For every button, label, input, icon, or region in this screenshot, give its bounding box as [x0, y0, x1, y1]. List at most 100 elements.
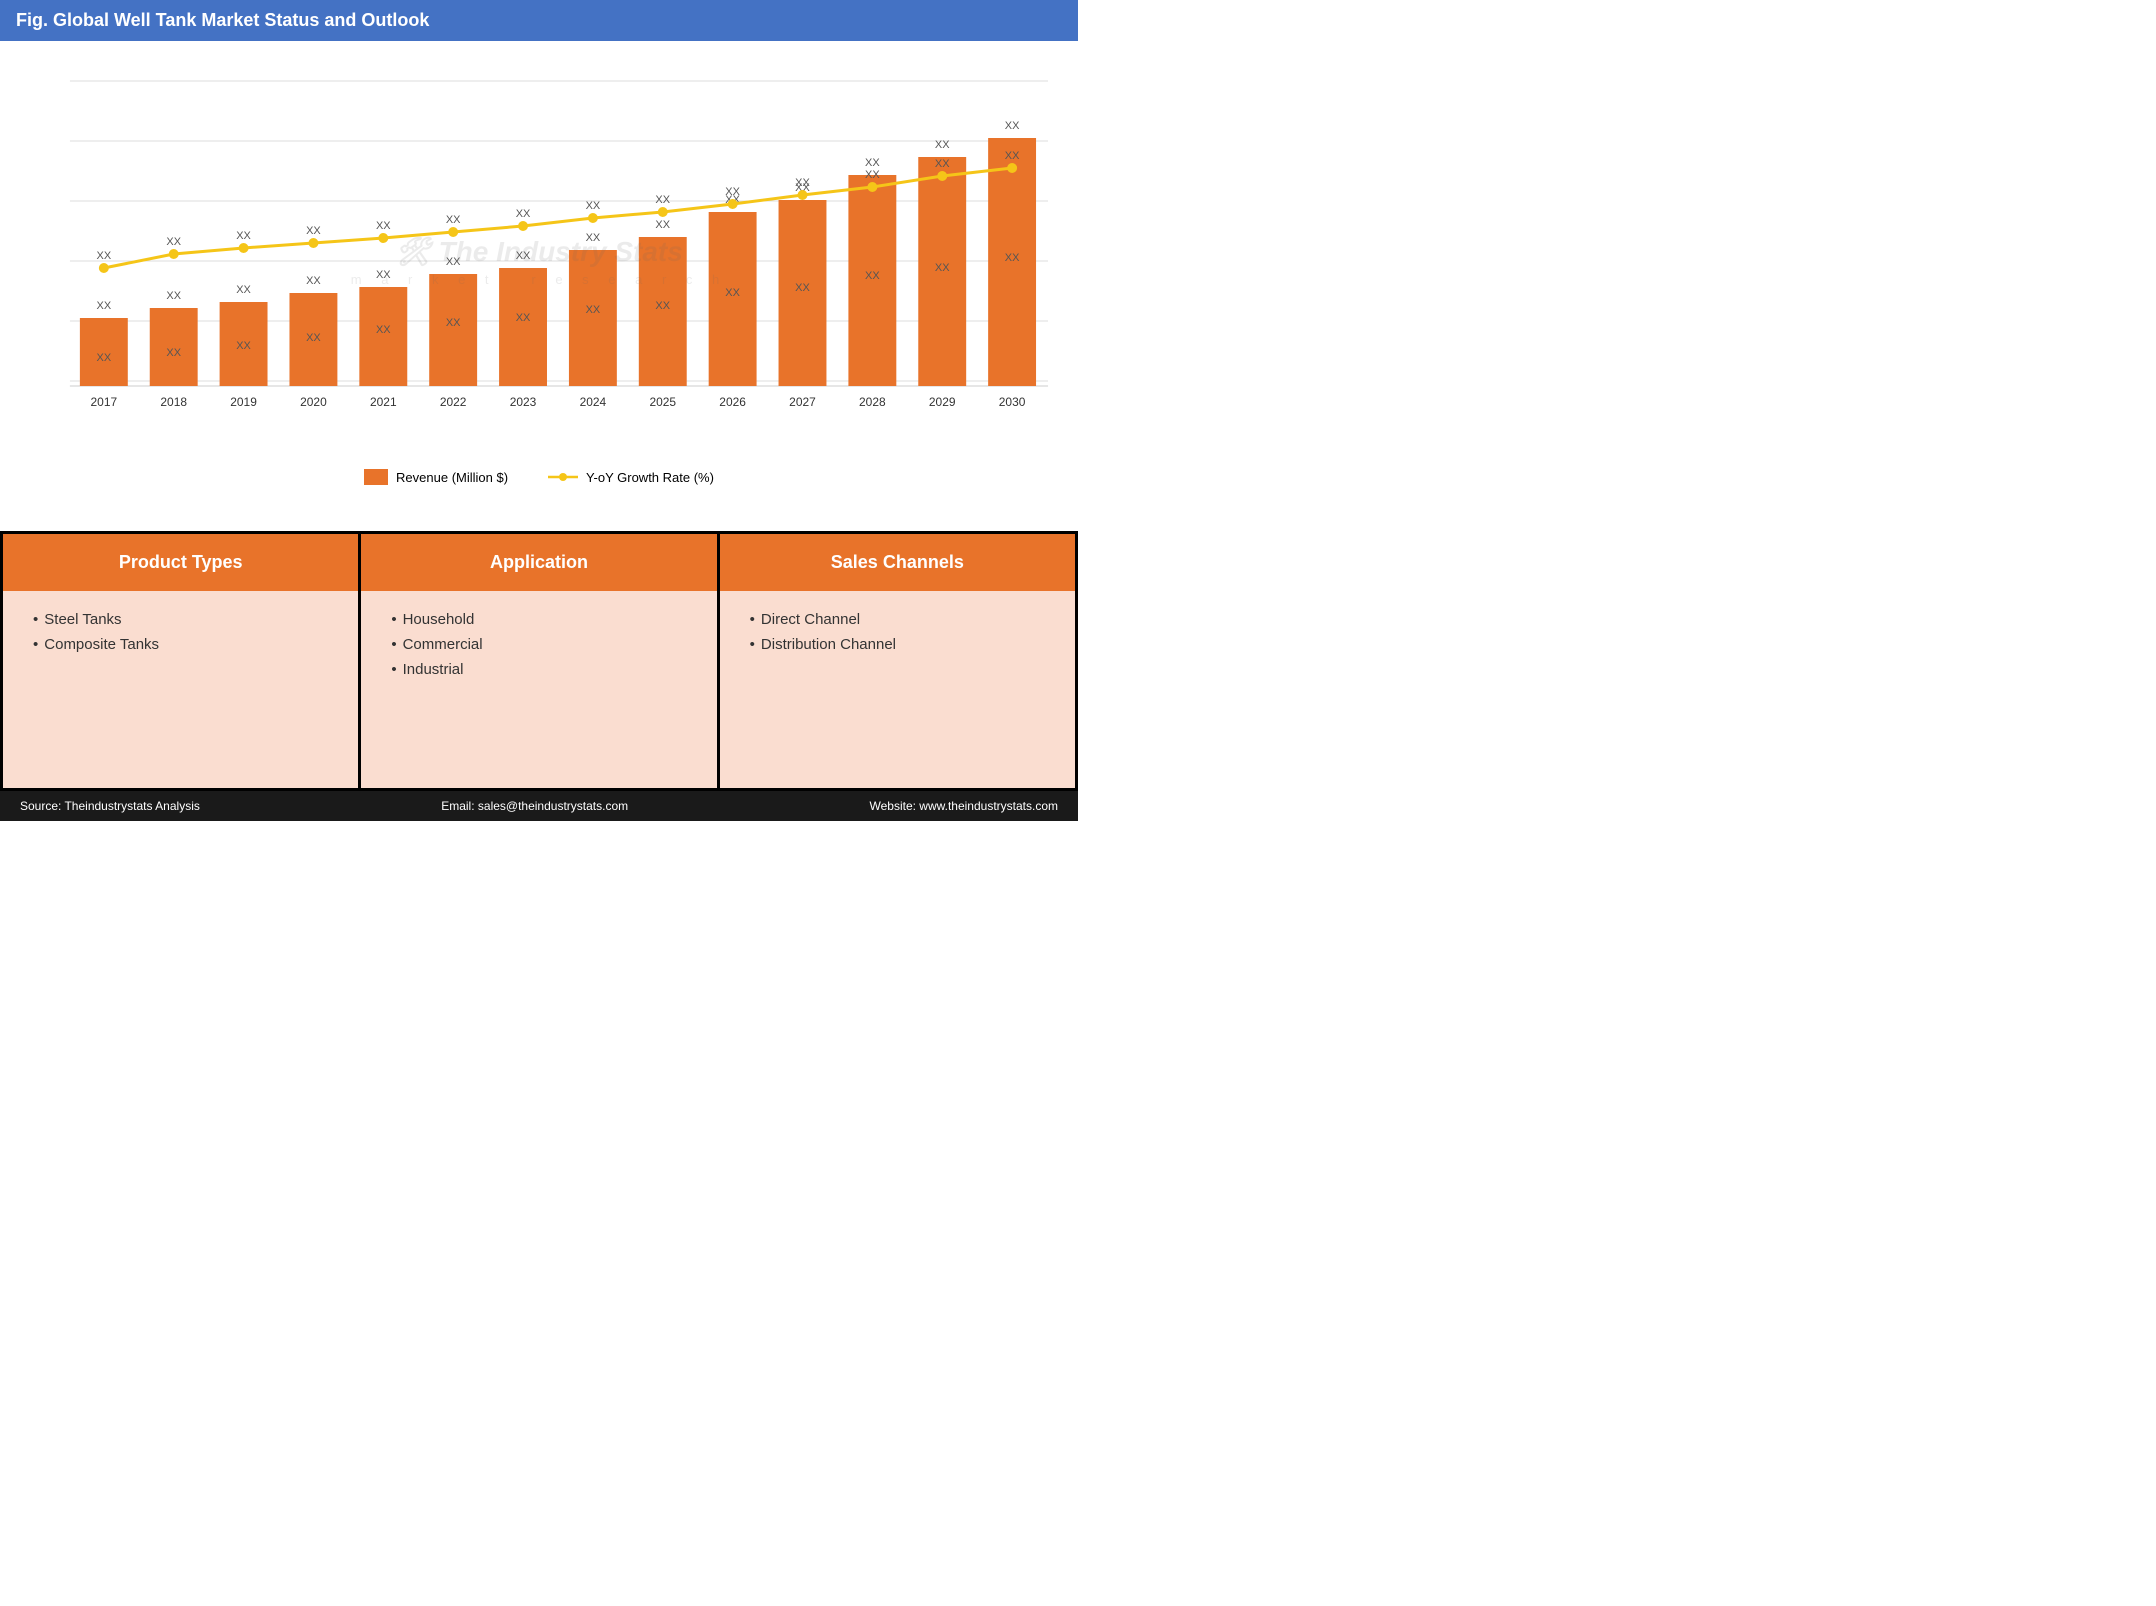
svg-text:XX: XX [306, 332, 321, 344]
svg-text:XX: XX [446, 256, 461, 268]
dot-2025 [658, 207, 668, 217]
bar-2023 [499, 268, 547, 386]
bar-2021 [359, 287, 407, 386]
svg-text:XX: XX [865, 169, 880, 181]
svg-text:XX: XX [655, 219, 670, 231]
bar-2022 [429, 274, 477, 386]
svg-text:XX: XX [935, 139, 950, 151]
svg-text:2023: 2023 [510, 395, 537, 409]
svg-text:XX: XX [376, 324, 391, 336]
svg-text:XX: XX [725, 186, 740, 198]
page-header: Fig. Global Well Tank Market Status and … [0, 0, 1078, 41]
list-item: Distribution Channel [750, 636, 1045, 653]
legend-line-item: Y-oY Growth Rate (%) [548, 469, 714, 485]
svg-text:XX: XX [446, 214, 461, 226]
svg-text:XX: XX [865, 157, 880, 169]
footer-website: Website: www.theindustrystats.com [869, 799, 1058, 813]
svg-text:XX: XX [516, 312, 531, 324]
svg-text:XX: XX [725, 287, 740, 299]
bar-2024 [569, 250, 617, 386]
svg-text:2027: 2027 [789, 395, 816, 409]
svg-text:2028: 2028 [859, 395, 886, 409]
svg-text:XX: XX [236, 230, 251, 242]
dot-2027 [798, 190, 808, 200]
list-item: Commercial [391, 636, 686, 653]
svg-text:XX: XX [1005, 120, 1020, 132]
svg-text:XX: XX [97, 300, 112, 312]
sales-channels-header: Sales Channels [720, 534, 1075, 591]
dot-2017 [99, 263, 109, 273]
bottom-section: Product Types Steel Tanks Composite Tank… [0, 531, 1078, 791]
dot-2019 [239, 243, 249, 253]
application-header: Application [361, 534, 716, 591]
legend-bar-label: Revenue (Million $) [396, 470, 508, 485]
dot-2029 [937, 171, 947, 181]
svg-text:2025: 2025 [649, 395, 676, 409]
svg-text:XX: XX [516, 250, 531, 262]
product-types-body: Steel Tanks Composite Tanks [3, 591, 358, 788]
header-title: Fig. Global Well Tank Market Status and … [16, 10, 429, 30]
sales-channels-body: Direct Channel Distribution Channel [720, 591, 1075, 788]
list-item: Composite Tanks [33, 636, 328, 653]
svg-text:2020: 2020 [300, 395, 327, 409]
application-list: Household Commercial Industrial [391, 611, 686, 678]
svg-text:2017: 2017 [91, 395, 118, 409]
svg-text:XX: XX [236, 284, 251, 296]
svg-text:XX: XX [586, 232, 601, 244]
svg-text:XX: XX [236, 340, 251, 352]
legend-bar-item: Revenue (Million $) [364, 469, 508, 485]
application-box: Application Household Commercial Industr… [361, 534, 716, 788]
chart-svg: XX XX 2017 XX XX 2018 XX XX 2019 XX XX 2… [20, 61, 1058, 461]
svg-text:XX: XX [166, 236, 181, 248]
svg-text:2030: 2030 [999, 395, 1026, 409]
svg-text:XX: XX [865, 270, 880, 282]
chart-container: 🛠 The Industry Stats m a r k e t r e s e… [20, 61, 1058, 461]
footer-source: Source: Theindustrystats Analysis [20, 799, 200, 813]
svg-text:2029: 2029 [929, 395, 956, 409]
svg-text:XX: XX [1005, 150, 1020, 162]
application-body: Household Commercial Industrial [361, 591, 716, 788]
dot-2022 [448, 227, 458, 237]
svg-text:XX: XX [306, 275, 321, 287]
svg-text:XX: XX [166, 347, 181, 359]
footer-email: Email: sales@theindustrystats.com [441, 799, 628, 813]
svg-text:XX: XX [306, 225, 321, 237]
list-item: Industrial [391, 661, 686, 678]
svg-text:XX: XX [655, 300, 670, 312]
svg-text:XX: XX [935, 158, 950, 170]
svg-text:XX: XX [655, 194, 670, 206]
dot-2018 [169, 249, 179, 259]
svg-text:XX: XX [97, 352, 112, 364]
svg-text:XX: XX [935, 262, 950, 274]
product-types-header: Product Types [3, 534, 358, 591]
dot-2024 [588, 213, 598, 223]
list-item: Household [391, 611, 686, 628]
svg-text:XX: XX [586, 304, 601, 316]
product-types-box: Product Types Steel Tanks Composite Tank… [3, 534, 358, 788]
legend-line-icon [548, 469, 578, 485]
dot-2030 [1007, 163, 1017, 173]
dot-2026 [728, 199, 738, 209]
svg-text:XX: XX [376, 269, 391, 281]
dot-2021 [378, 233, 388, 243]
chart-area: 🛠 The Industry Stats m a r k e t r e s e… [0, 41, 1078, 531]
svg-text:XX: XX [1005, 252, 1020, 264]
svg-text:2018: 2018 [160, 395, 187, 409]
svg-text:2019: 2019 [230, 395, 257, 409]
list-item: Steel Tanks [33, 611, 328, 628]
sales-channels-list: Direct Channel Distribution Channel [750, 611, 1045, 653]
svg-text:XX: XX [795, 282, 810, 294]
legend-bar-color [364, 469, 388, 485]
svg-text:XX: XX [586, 200, 601, 212]
product-types-list: Steel Tanks Composite Tanks [33, 611, 328, 653]
dot-2020 [308, 238, 318, 248]
svg-text:2026: 2026 [719, 395, 746, 409]
svg-text:XX: XX [795, 177, 810, 189]
dot-2028 [867, 182, 877, 192]
legend-line-label: Y-oY Growth Rate (%) [586, 470, 714, 485]
chart-legend: Revenue (Million $) Y-oY Growth Rate (%) [20, 469, 1058, 485]
svg-text:2021: 2021 [370, 395, 397, 409]
svg-text:XX: XX [446, 317, 461, 329]
dot-2023 [518, 221, 528, 231]
svg-text:XX: XX [376, 220, 391, 232]
